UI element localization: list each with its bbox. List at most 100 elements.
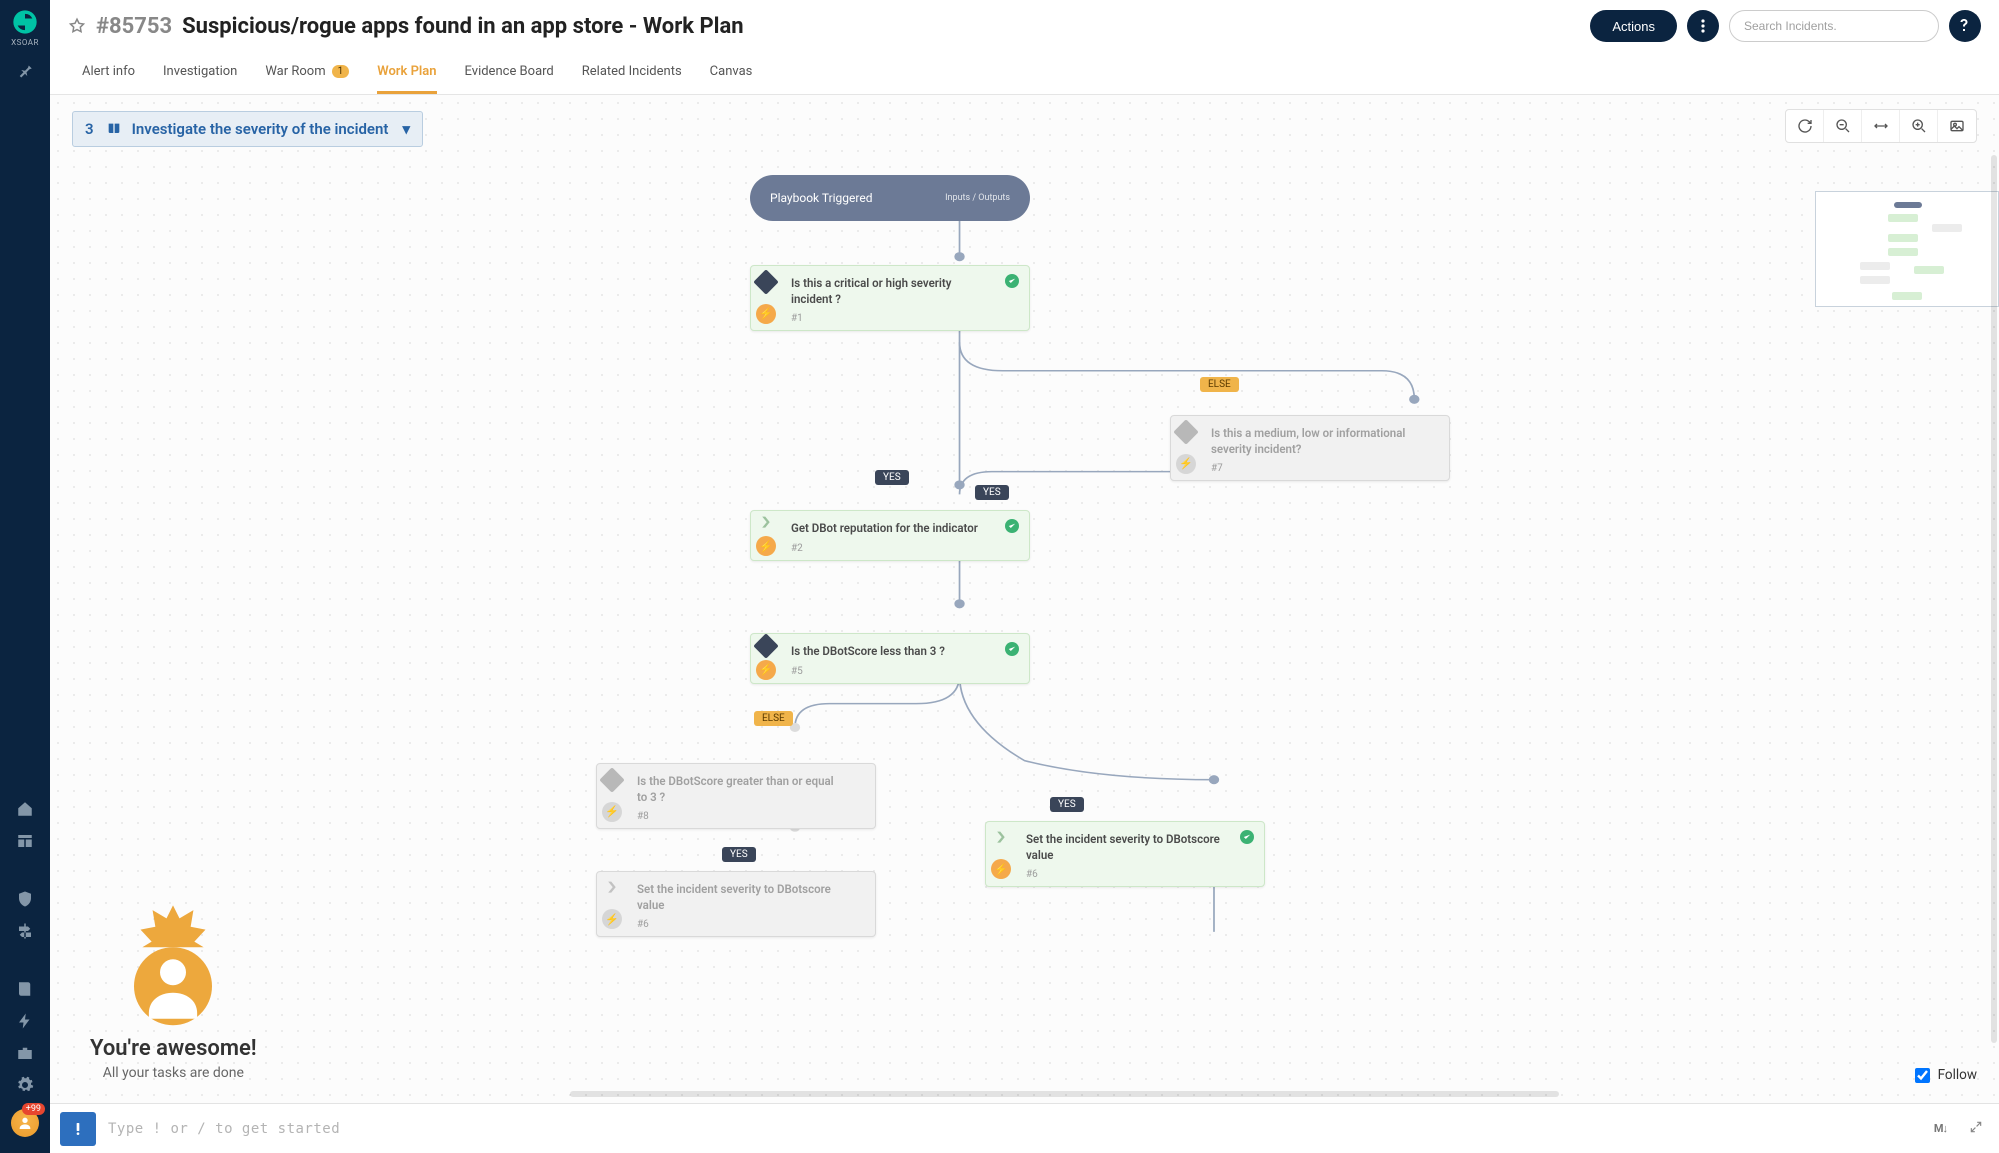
search-incidents-input[interactable] bbox=[1729, 10, 1939, 42]
edge-label-else: ELSE bbox=[754, 711, 793, 726]
tab-badge: 1 bbox=[332, 65, 350, 78]
task-title: Is this a critical or high severity inci… bbox=[791, 276, 995, 307]
expand-button[interactable] bbox=[1969, 1120, 1983, 1138]
task-number: #5 bbox=[791, 666, 995, 677]
task-node-5[interactable]: ⚡ Is the DBotScore less than 3 ? #5 bbox=[750, 633, 1030, 684]
tab-label: Canvas bbox=[710, 64, 753, 79]
task-node-2[interactable]: ❯ ⚡ Get DBot reputation for the indicato… bbox=[750, 510, 1030, 561]
auto-bolt-icon: ⚡ bbox=[756, 536, 776, 556]
task-node-8[interactable]: ⚡ Is the DBotScore greater than or equal… bbox=[596, 763, 876, 829]
avatar-notification-badge: +99 bbox=[22, 1103, 45, 1115]
task-node-6[interactable]: ❯ ⚡ Set the incident severity to DBotsco… bbox=[985, 821, 1265, 887]
auto-bolt-icon: ⚡ bbox=[1176, 454, 1196, 474]
vertical-scrollbar[interactable] bbox=[1991, 155, 1997, 1043]
incident-tabs: Alert info Investigation War Room 1 Work… bbox=[50, 48, 1999, 95]
task-number: #1 bbox=[791, 313, 995, 324]
task-type-icon: ❯ bbox=[995, 831, 1007, 844]
task-title: Get DBot reputation for the indicator bbox=[791, 521, 995, 537]
edge-label-else: ELSE bbox=[1200, 377, 1239, 392]
task-number: #7 bbox=[1211, 463, 1415, 474]
auto-bolt-icon: ⚡ bbox=[602, 909, 622, 929]
incident-title: Suspicious/rogue apps found in an app st… bbox=[182, 14, 743, 39]
task-title: Is the DBotScore less than 3 ? bbox=[791, 644, 995, 660]
briefcase-icon[interactable] bbox=[16, 1044, 34, 1062]
task-number: #8 bbox=[637, 811, 841, 822]
condition-icon bbox=[1173, 419, 1198, 444]
auto-bolt-icon: ⚡ bbox=[756, 660, 776, 680]
follow-toggle[interactable]: Follow bbox=[1915, 1067, 1977, 1083]
edge-label-yes: YES bbox=[722, 847, 756, 862]
kebab-icon bbox=[1701, 19, 1705, 33]
playbook-trigger-node[interactable]: Playbook Triggered Inputs / Outputs bbox=[750, 175, 1030, 221]
task-number: #6 bbox=[637, 919, 841, 930]
incident-id: #85753 bbox=[96, 14, 172, 39]
trigger-label: Playbook Triggered bbox=[770, 191, 873, 205]
dashboard-icon[interactable] bbox=[16, 832, 34, 850]
exclaim-icon bbox=[70, 1121, 86, 1137]
auto-bolt-icon: ⚡ bbox=[756, 304, 776, 324]
crown-avatar-icon bbox=[108, 898, 238, 1028]
congrats-panel: You're awesome! All your tasks are done bbox=[90, 898, 257, 1081]
person-icon bbox=[17, 1115, 33, 1131]
user-avatar[interactable]: +99 bbox=[11, 1109, 39, 1137]
check-icon bbox=[1005, 642, 1019, 656]
pin-icon[interactable] bbox=[16, 61, 34, 79]
command-flag-button[interactable] bbox=[60, 1112, 96, 1146]
check-icon bbox=[1240, 830, 1254, 844]
left-sidebar: XSOAR +99 bbox=[0, 0, 50, 1153]
gear-icon[interactable] bbox=[16, 1076, 34, 1094]
check-icon bbox=[1005, 274, 1019, 288]
help-button[interactable] bbox=[1949, 10, 1981, 42]
task-node-7[interactable]: ⚡ Is this a medium, low or informational… bbox=[1170, 415, 1450, 481]
shield-icon[interactable] bbox=[16, 890, 34, 908]
tab-war-room[interactable]: War Room 1 bbox=[265, 54, 349, 94]
task-title: Is this a medium, low or informational s… bbox=[1211, 426, 1415, 457]
task-node-1[interactable]: ⚡ Is this a critical or high severity in… bbox=[750, 265, 1030, 331]
tab-label: War Room bbox=[265, 64, 325, 79]
brand-name: XSOAR bbox=[11, 38, 39, 47]
tab-alert-info[interactable]: Alert info bbox=[82, 54, 135, 94]
auto-bolt-icon: ⚡ bbox=[602, 802, 622, 822]
tab-label: Related Incidents bbox=[582, 64, 682, 79]
tab-label: Investigation bbox=[163, 64, 237, 79]
actions-button[interactable]: Actions bbox=[1590, 10, 1677, 42]
tab-label: Alert info bbox=[82, 64, 135, 79]
more-menu-button[interactable] bbox=[1687, 10, 1719, 42]
tab-canvas[interactable]: Canvas bbox=[710, 54, 753, 94]
task-number: #2 bbox=[791, 543, 995, 554]
markdown-toggle[interactable]: M↓ bbox=[1934, 1122, 1947, 1135]
check-icon bbox=[1005, 519, 1019, 533]
task-number: #6 bbox=[1026, 869, 1230, 880]
page-header: #85753 Suspicious/rogue apps found in an… bbox=[50, 0, 1999, 48]
trigger-sublabel: Inputs / Outputs bbox=[945, 193, 1010, 203]
edge-label-yes: YES bbox=[1050, 797, 1084, 812]
task-type-icon: ❯ bbox=[606, 881, 618, 894]
task-node-6-dim[interactable]: ❯ ⚡ Set the incident severity to DBotsco… bbox=[596, 871, 876, 937]
condition-icon bbox=[599, 767, 624, 792]
follow-checkbox[interactable] bbox=[1915, 1068, 1930, 1083]
canvas-layer: Playbook Triggered Inputs / Outputs ⚡ Is… bbox=[50, 95, 1999, 1103]
tab-label: Evidence Board bbox=[465, 64, 554, 79]
main-area: #85753 Suspicious/rogue apps found in an… bbox=[50, 0, 1999, 1153]
home-icon[interactable] bbox=[16, 800, 34, 818]
brand-logo-icon bbox=[11, 8, 39, 36]
bolt-icon[interactable] bbox=[16, 1012, 34, 1030]
signpost-icon[interactable] bbox=[16, 922, 34, 940]
horizontal-scrollbar[interactable] bbox=[570, 1091, 1559, 1097]
congrats-title: You're awesome! bbox=[90, 1036, 257, 1061]
tab-investigation[interactable]: Investigation bbox=[163, 54, 237, 94]
follow-label: Follow bbox=[1938, 1067, 1977, 1083]
condition-icon bbox=[753, 633, 778, 658]
auto-bolt-icon: ⚡ bbox=[991, 859, 1011, 879]
favorite-star-icon[interactable] bbox=[68, 17, 86, 35]
task-title: Is the DBotScore greater than or equal t… bbox=[637, 774, 841, 805]
task-type-icon: ❯ bbox=[760, 516, 772, 529]
command-input[interactable] bbox=[108, 1121, 1922, 1137]
tab-related-incidents[interactable]: Related Incidents bbox=[582, 54, 682, 94]
tab-label: Work Plan bbox=[377, 64, 436, 79]
tab-work-plan[interactable]: Work Plan bbox=[377, 54, 436, 94]
condition-icon bbox=[753, 269, 778, 294]
tab-evidence-board[interactable]: Evidence Board bbox=[465, 54, 554, 94]
book-icon[interactable] bbox=[16, 980, 34, 998]
workplan-canvas[interactable]: 3 Investigate the severity of the incide… bbox=[50, 95, 1999, 1103]
